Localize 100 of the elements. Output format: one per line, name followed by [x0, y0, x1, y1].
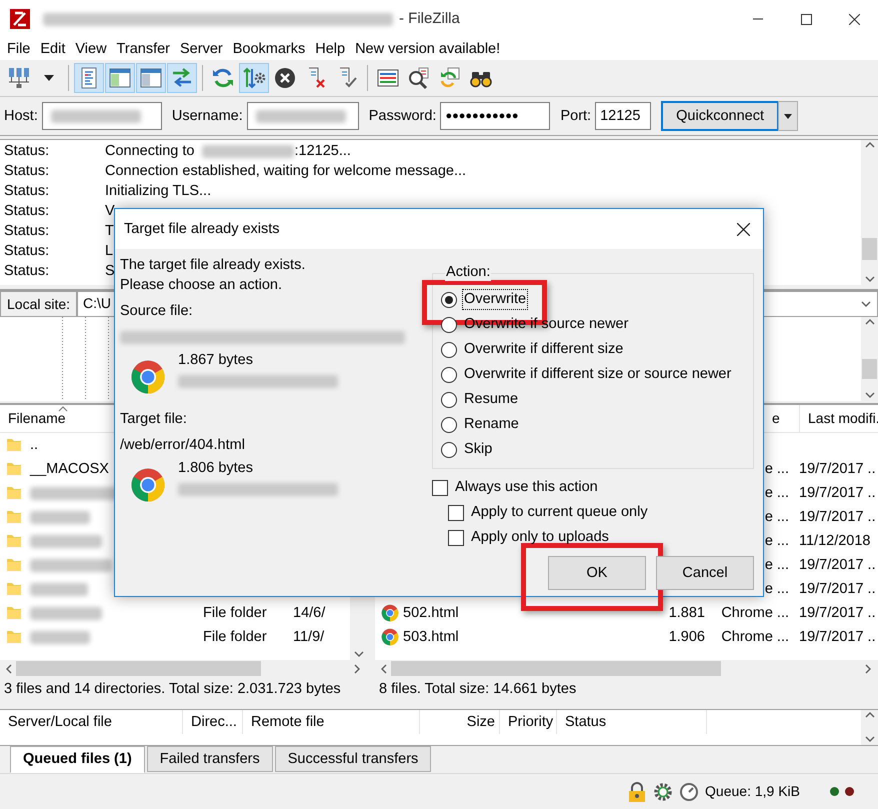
radio-button[interactable] [441, 442, 458, 458]
radio-button[interactable] [441, 342, 458, 358]
file-type: e ... [764, 460, 789, 477]
column-header[interactable]: Direc... [191, 712, 237, 732]
log-message: S [105, 262, 115, 280]
radio-label[interactable]: Resume [462, 389, 520, 410]
menu-item[interactable]: Transfer [112, 40, 175, 58]
column-header[interactable]: Filename [0, 410, 66, 428]
log-label: Status: [3, 182, 50, 200]
checkbox-label[interactable]: Apply to current queue only [469, 502, 650, 523]
modified-date: 19/7/2017 .. [799, 580, 876, 597]
radio-label[interactable]: Overwrite if different size [462, 339, 626, 360]
log-message: Connecting to [105, 142, 194, 160]
input-field[interactable] [42, 102, 162, 130]
refresh-icon [211, 66, 235, 90]
radio-label[interactable]: Overwrite if different size or source newer [462, 364, 734, 385]
sync-icon [438, 66, 462, 90]
scrollbar[interactable] [861, 140, 878, 285]
checkbox-label[interactable]: Always use this action [453, 477, 600, 498]
radio-button[interactable] [441, 292, 458, 308]
gear-icon [653, 782, 674, 802]
file-size: 1.906 [668, 628, 705, 645]
scrollbar-thumb[interactable] [862, 359, 877, 379]
status-text: 8 files. Total size: 14.661 bytes [379, 680, 576, 697]
folder-icon [6, 557, 22, 573]
file-name: .. [30, 436, 38, 454]
column-header[interactable]: e [772, 404, 800, 432]
radio-label[interactable]: Overwrite [462, 289, 528, 310]
radio-button[interactable] [441, 316, 458, 332]
menu-item[interactable]: File [2, 40, 36, 58]
log-label: Status: [3, 162, 50, 180]
file-type: e ... [764, 556, 789, 573]
menu-item[interactable]: Bookmarks [228, 40, 310, 58]
folder-icon [6, 629, 22, 645]
log-message: :12125... [294, 142, 351, 160]
field-label: Password: [368, 106, 436, 126]
file-type: e ... [764, 580, 789, 597]
modified-date: 19/7/2017 .. [799, 604, 876, 621]
menu-item[interactable]: Server [175, 40, 228, 58]
group-label: Action: [445, 263, 492, 282]
modified-date: 19/7/2017 .. [799, 628, 876, 645]
menu-item[interactable]: Help [310, 40, 350, 58]
file-type: e ... [764, 484, 789, 501]
site-label: Local site: [0, 291, 78, 317]
input-field[interactable] [246, 102, 359, 130]
checkbox[interactable] [448, 530, 464, 546]
radio-button[interactable] [441, 366, 458, 382]
magnifier-icon [407, 66, 431, 90]
gear-arrows-icon [242, 66, 266, 90]
message-text: Please choose an action. [120, 276, 284, 295]
menu-item[interactable]: Edit [35, 40, 70, 58]
column-header[interactable]: Status [565, 712, 606, 732]
file-type: File folder [203, 604, 267, 621]
checkbox-label[interactable]: Apply only to uploads [469, 527, 611, 548]
quickconnect-button[interactable]: Quickconnect [661, 101, 780, 131]
tab[interactable]: Queued files (1) [10, 746, 145, 773]
modified-date: 11/12/2018 [799, 532, 870, 549]
radio-label[interactable]: Skip [462, 439, 494, 460]
window-icon [139, 66, 163, 90]
menu-item[interactable]: View [70, 40, 112, 58]
radio-label[interactable]: Rename [462, 414, 521, 435]
log-label: Status: [3, 142, 50, 160]
column-header[interactable]: Size [466, 712, 495, 732]
file-type: Chrome ... [721, 628, 789, 645]
modified-date: 19/7/2017 .. [799, 556, 876, 573]
scrollbar[interactable] [861, 710, 878, 745]
dialog-button[interactable]: OK [548, 556, 646, 590]
scrollbar-thumb[interactable] [391, 661, 721, 676]
tab[interactable]: Failed transfers [146, 746, 273, 772]
scrollbar[interactable] [861, 317, 878, 401]
app-logo-icon [9, 8, 31, 30]
dropdown-button[interactable] [778, 101, 798, 131]
dialog-button[interactable]: Cancel [656, 556, 754, 590]
tab[interactable]: Successful transfers [274, 746, 432, 772]
scrollbar-thumb[interactable] [16, 661, 261, 676]
menu-item[interactable]: New version available! [350, 40, 506, 58]
input-field[interactable]: 12125 [595, 102, 652, 130]
column-header[interactable]: Remote file [251, 712, 324, 732]
checkbox[interactable] [448, 504, 464, 520]
close-icon [736, 222, 750, 236]
file-size: 1.867 bytes [178, 351, 254, 370]
caret-icon [784, 114, 792, 118]
server-tree-icon [7, 66, 31, 90]
file-type: e ... [764, 508, 789, 525]
radio-button[interactable] [441, 416, 458, 432]
chrome-icon [130, 467, 166, 503]
folder-icon [6, 461, 22, 477]
scrollbar[interactable] [0, 660, 367, 677]
log-message: Connection established, waiting for welcome message... [105, 162, 466, 180]
column-header[interactable]: Priority [508, 712, 554, 732]
checkbox[interactable] [432, 480, 448, 496]
scrollbar-thumb[interactable] [862, 238, 877, 260]
column-header[interactable]: Last modifi. [800, 410, 878, 428]
dialog-title: Target file already exists [124, 220, 280, 238]
scrollbar[interactable] [375, 660, 878, 677]
input-field[interactable]: ●●●●●●●●●●● [440, 102, 550, 130]
queue-size: Queue: 1,9 KiB [705, 782, 800, 800]
radio-button[interactable] [441, 392, 458, 408]
column-header[interactable]: Server/Local file [8, 712, 112, 732]
modified-date: 19/7/2017 .. [799, 484, 876, 501]
